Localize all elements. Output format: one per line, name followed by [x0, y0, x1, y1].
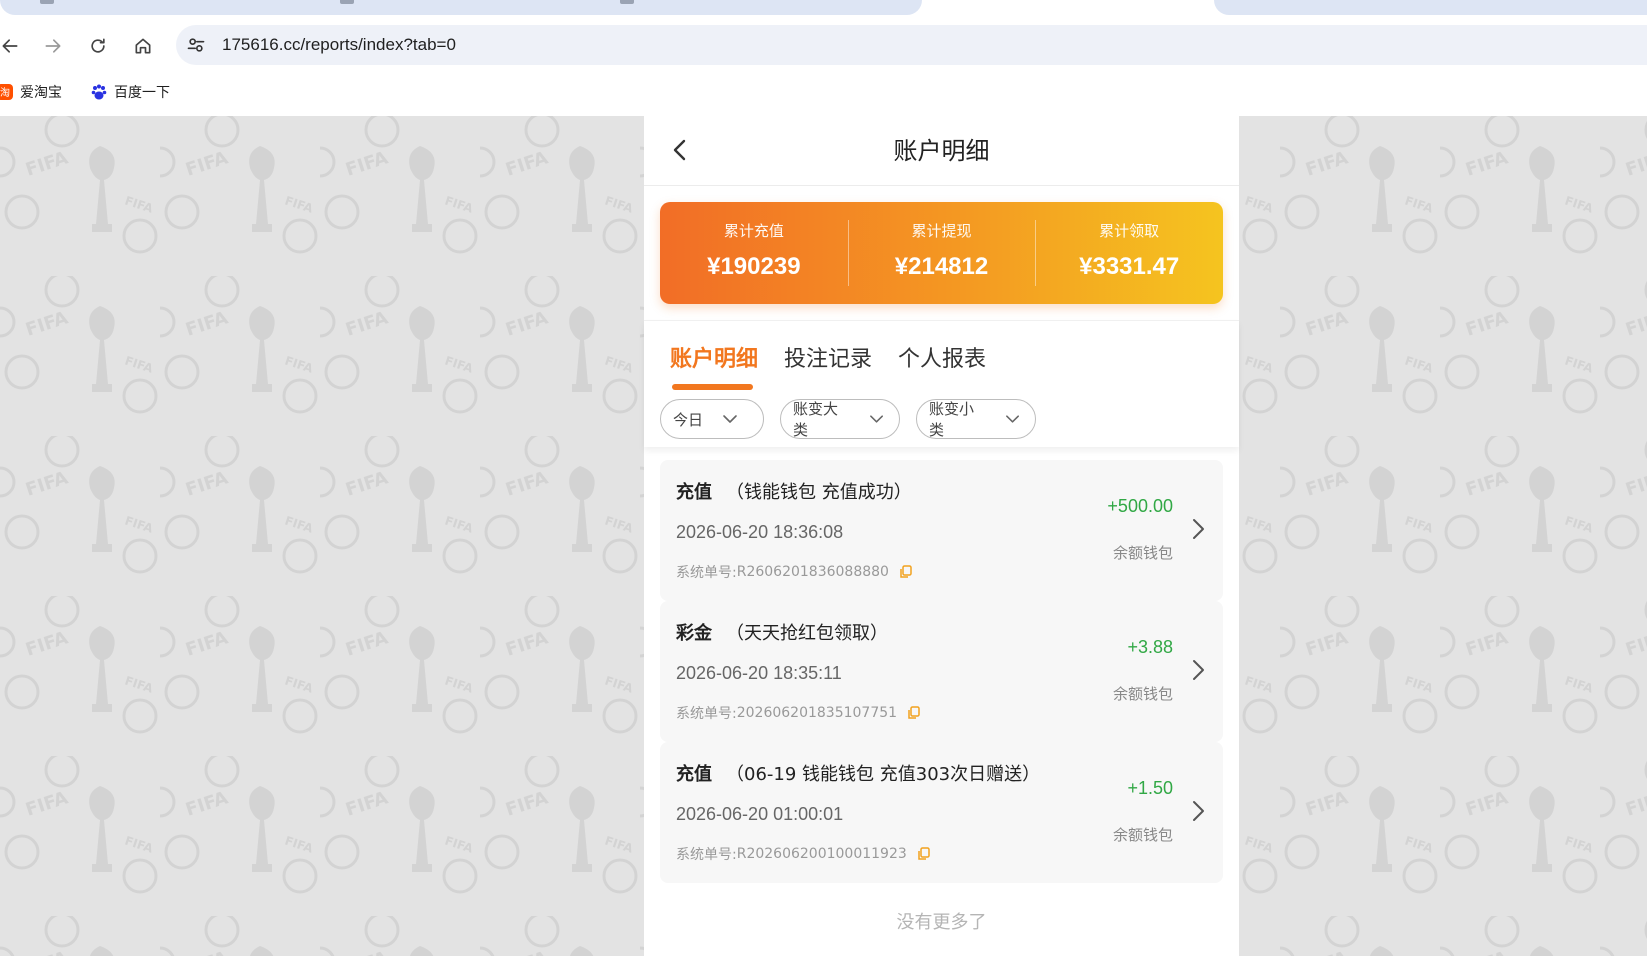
- account-details-page: 账户明细 累计充值 ¥190239 累计提现 ¥214812 累计领取 ¥333…: [644, 116, 1239, 956]
- summary-value: ¥214812: [894, 253, 989, 280]
- record-amount: +3.88: [1127, 637, 1173, 657]
- chevron-right-icon[interactable]: [1187, 797, 1209, 825]
- filter-major-category[interactable]: 账变大类: [780, 399, 900, 439]
- taobao-icon: 淘: [0, 83, 14, 101]
- home-button[interactable]: [129, 32, 157, 60]
- chevron-right-icon[interactable]: [1187, 656, 1209, 684]
- report-tabs: 账户明细 投注记录 个人报表: [670, 341, 1012, 373]
- chevron-down-icon: [723, 415, 737, 423]
- site-settings-icon[interactable]: [186, 35, 206, 55]
- baidu-paw-icon: [90, 83, 108, 101]
- record-order: 系统单号: R202606200100011923: [676, 844, 931, 864]
- filter-label: 账变小类: [929, 400, 975, 439]
- summary-total-deposit: 累计充值 ¥190239: [660, 202, 848, 304]
- record-wallet: 余额钱包: [1112, 544, 1173, 562]
- record-type: 彩金: [676, 623, 712, 644]
- arrow-right-icon: [45, 39, 61, 53]
- record-time: 2026-06-20 18:35:11: [676, 663, 842, 683]
- tab-account-details[interactable]: 账户明细: [670, 341, 758, 373]
- record-wallet: 余额钱包: [1112, 826, 1173, 844]
- active-tab[interactable]: [930, 0, 1212, 15]
- tab-favicon-stub: [620, 0, 634, 4]
- reload-icon: [91, 38, 105, 53]
- record-wallet: 余额钱包: [1112, 685, 1173, 703]
- record-desc: （06-19 钱能钱包 充值303次日赠送）: [726, 764, 1041, 785]
- bookmark-label: 爱淘宝: [20, 85, 62, 101]
- order-label: 系统单号:: [676, 847, 737, 863]
- record-type: 充值: [676, 764, 712, 785]
- browser-tab-strip: [0, 0, 1647, 24]
- chevron-down-icon: [870, 415, 883, 423]
- summary-label: 累计提现: [911, 222, 972, 240]
- bookmarks-bar: 淘 爱淘宝 百度一下: [0, 68, 1647, 116]
- summary-total-claimed: 累计领取 ¥3331.47: [1035, 202, 1223, 304]
- reload-button[interactable]: [84, 32, 112, 60]
- record-title: 彩金 （天天抢红包领取）: [676, 619, 888, 645]
- record-amount: +500.00: [1107, 496, 1173, 516]
- inactive-tab[interactable]: [1214, 0, 1647, 15]
- summary-label: 累计充值: [723, 222, 784, 240]
- order-number: R202606200100011923: [736, 846, 907, 862]
- order-label: 系统单号:: [676, 706, 737, 722]
- page-header: 账户明细: [644, 116, 1239, 186]
- chevron-right-icon[interactable]: [1187, 515, 1209, 543]
- copy-icon[interactable]: [907, 706, 921, 720]
- order-number: R2606201836088880: [736, 564, 889, 580]
- record-list: 充值 （钱能钱包 充值成功） 2026-06-20 18:36:08 系统单号: …: [660, 460, 1223, 883]
- order-label: 系统单号:: [676, 565, 737, 581]
- copy-icon[interactable]: [917, 847, 931, 861]
- summary-value: ¥3331.47: [1079, 253, 1180, 280]
- forward-button[interactable]: [39, 32, 67, 60]
- address-bar[interactable]: 175616.cc/reports/index?tab=0: [176, 25, 1647, 65]
- filter-date[interactable]: 今日: [660, 399, 764, 439]
- bookmark-label: 百度一下: [114, 85, 170, 101]
- summary-value: ¥190239: [707, 253, 801, 280]
- filter-minor-category[interactable]: 账变小类: [916, 399, 1036, 439]
- record-desc: （钱能钱包 充值成功）: [726, 482, 912, 503]
- page-title: 账户明细: [893, 137, 990, 165]
- active-tab-indicator: [672, 384, 753, 390]
- record-order: 系统单号: R2606201836088880: [676, 562, 913, 582]
- record-type: 充值: [676, 482, 712, 503]
- record-item[interactable]: 充值 （06-19 钱能钱包 充值303次日赠送） 2026-06-20 01:0…: [660, 742, 1223, 883]
- summary-label: 累计领取: [1099, 222, 1160, 240]
- order-number: 202606201835107751: [736, 705, 898, 721]
- chevron-down-icon: [1006, 415, 1019, 423]
- bookmark-baidu[interactable]: 百度一下: [90, 80, 170, 104]
- arrow-left-icon: [2, 39, 18, 53]
- filter-bar: 今日 账变大类 账变小类: [660, 399, 1052, 439]
- tab-personal-report[interactable]: 个人报表: [898, 341, 986, 373]
- record-order: 系统单号: 202606201835107751: [676, 703, 921, 723]
- no-more-text: 没有更多了: [896, 912, 987, 933]
- inactive-tabs[interactable]: [0, 0, 922, 15]
- record-desc: （天天抢红包领取）: [726, 623, 888, 644]
- summary-card: 累计充值 ¥190239 累计提现 ¥214812 累计领取 ¥3331.47: [660, 202, 1223, 304]
- svg-text:淘: 淘: [0, 86, 10, 99]
- record-amount: +1.50: [1127, 778, 1173, 798]
- summary-total-withdraw: 累计提现 ¥214812: [847, 202, 1036, 304]
- back-button[interactable]: [0, 32, 24, 60]
- tab-favicon-stub: [40, 0, 54, 4]
- record-title: 充值 （06-19 钱能钱包 充值303次日赠送）: [676, 760, 1040, 786]
- record-time: 2026-06-20 18:36:08: [676, 522, 844, 542]
- copy-icon[interactable]: [899, 565, 913, 579]
- record-time: 2026-06-20 01:00:01: [676, 804, 844, 824]
- filter-label: 账变大类: [793, 400, 839, 439]
- record-title: 充值 （钱能钱包 充值成功）: [676, 478, 912, 504]
- tabs-and-filters: 账户明细 投注记录 个人报表 今日 账变大类 账变小类: [644, 320, 1239, 447]
- record-item[interactable]: 充值 （钱能钱包 充值成功） 2026-06-20 18:36:08 系统单号: …: [660, 460, 1223, 601]
- page-viewport: FIFA FIFA 账户明细 累计充值 ¥190239 累计提现 ¥214812…: [0, 116, 1647, 956]
- tab-favicon-stub: [340, 0, 354, 4]
- home-icon: [135, 38, 151, 54]
- browser-toolbar: 175616.cc/reports/index?tab=0: [0, 24, 1647, 68]
- bookmark-aitaobao[interactable]: 淘 爱淘宝: [0, 80, 62, 104]
- tab-bet-records[interactable]: 投注记录: [784, 341, 872, 373]
- url-text[interactable]: 175616.cc/reports/index?tab=0: [222, 25, 456, 65]
- record-item[interactable]: 彩金 （天天抢红包领取） 2026-06-20 18:35:11 系统单号: 20…: [660, 601, 1223, 742]
- filter-label: 今日: [673, 410, 704, 429]
